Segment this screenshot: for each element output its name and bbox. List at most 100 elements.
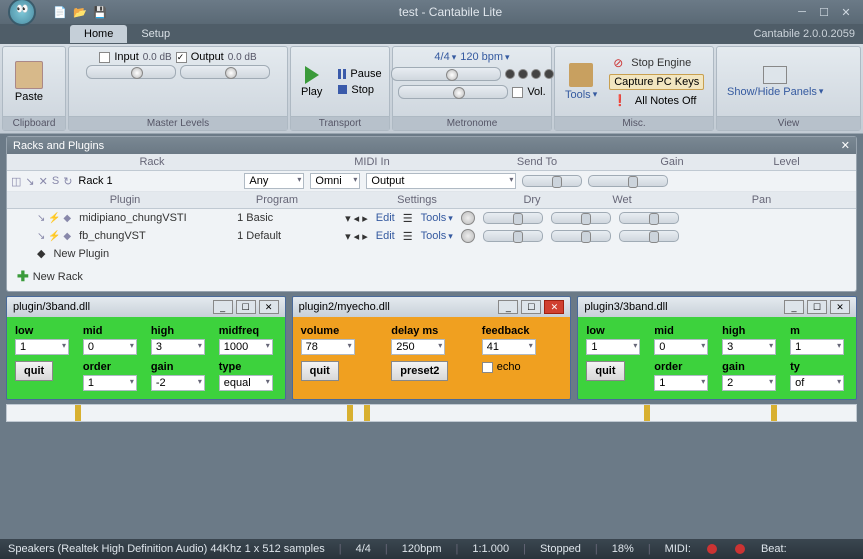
value-combo[interactable]: 1 (15, 339, 69, 355)
pwin-title[interactable]: plugin/3band.dll_☐✕ (7, 297, 285, 317)
output-check[interactable] (176, 52, 187, 63)
value-combo[interactable]: 1 (586, 339, 640, 355)
rack-row[interactable]: ◫↘✕S↻ Rack 1 Any Omni Output (7, 171, 856, 192)
value-combo[interactable]: 1 (654, 375, 708, 391)
metro-slider[interactable] (391, 67, 501, 81)
value-combo[interactable]: 1000 (219, 339, 273, 355)
tab-bar: Home Setup Cantabile 2.0.0.2059 (0, 24, 863, 44)
quit-button[interactable]: quit (301, 361, 339, 381)
minimize-icon[interactable]: ─ (793, 4, 811, 20)
plugin-window: plugin/3band.dll_☐✕low1mid0high3midfreq1… (6, 296, 286, 400)
plugin-row[interactable]: ↘ ⚡ ◆midipiano_chungVSTI1 Basic▾ ◂ ▸Edit… (7, 209, 856, 227)
value-combo[interactable]: equal (219, 375, 273, 391)
tempo-select[interactable]: 120 bpm (460, 51, 509, 63)
wet-slider[interactable] (551, 212, 611, 224)
pwin-title[interactable]: plugin2/myecho.dll_☐✕ (293, 297, 571, 317)
panel-close-icon[interactable]: ✕ (841, 139, 850, 152)
midi-ch-combo[interactable]: Omni (310, 173, 360, 189)
group-clipboard: Paste Clipboard (2, 46, 66, 131)
capture-keys-button[interactable]: Capture PC Keys (609, 74, 704, 90)
stop-button[interactable]: Stop (334, 83, 385, 97)
knob[interactable] (461, 229, 475, 243)
plugin-row[interactable]: ↘ ⚡ ◆fb_chungVST1 Default▾ ◂ ▸Edit☰Tools (7, 227, 856, 245)
midi-led (707, 544, 717, 554)
ribbon: Paste Clipboard Input0.0 dBOutput0.0 dB … (0, 44, 863, 134)
rack-columns: Rack MIDI In Send To Gain Level (7, 154, 856, 171)
input-slider[interactable] (86, 65, 176, 79)
field: gain2 (722, 361, 780, 391)
timesig-select[interactable]: 4/4 (434, 51, 456, 63)
sendto-combo[interactable]: Output (366, 173, 516, 189)
dry-slider[interactable] (483, 230, 543, 242)
save-icon[interactable]: 💾 (92, 4, 108, 20)
tab-home[interactable]: Home (70, 25, 127, 43)
preset2-button[interactable]: preset2 (391, 361, 448, 381)
tab-setup[interactable]: Setup (127, 25, 184, 43)
new-icon[interactable]: 📄 (52, 4, 68, 20)
pause-button[interactable]: Pause (334, 67, 385, 81)
racks-panel: Racks and Plugins✕ Rack MIDI In Send To … (6, 136, 857, 292)
dry-slider[interactable] (483, 212, 543, 224)
quit-button[interactable]: quit (586, 361, 624, 381)
timeline[interactable] (6, 404, 857, 422)
field: volume78 (301, 325, 382, 355)
minimize-icon[interactable]: _ (498, 300, 518, 314)
field: mid0 (83, 325, 141, 355)
value-combo[interactable]: 41 (482, 339, 536, 355)
quit-button[interactable]: quit (15, 361, 53, 381)
input-check[interactable] (99, 52, 110, 63)
value-combo[interactable]: 250 (391, 339, 445, 355)
maximize-icon[interactable]: ☐ (807, 300, 827, 314)
value-combo[interactable]: 78 (301, 339, 355, 355)
value-combo[interactable]: 1 (83, 375, 137, 391)
maximize-icon[interactable]: ☐ (815, 4, 833, 20)
pan-slider[interactable] (619, 212, 679, 224)
tools-link[interactable]: Tools (421, 212, 453, 224)
play-icon (305, 66, 319, 84)
open-icon[interactable]: 📂 (72, 4, 88, 20)
all-notes-off-button[interactable]: All Notes Off (609, 93, 704, 108)
close-icon[interactable]: ✕ (830, 300, 850, 314)
metro-vol-slider[interactable] (398, 85, 508, 99)
value-combo[interactable]: 2 (722, 375, 776, 391)
value-combo[interactable]: 3 (151, 339, 205, 355)
window-controls: ─ ☐ ✕ (793, 4, 855, 20)
value-combo[interactable]: 0 (654, 339, 708, 355)
tools-link[interactable]: Tools (421, 230, 453, 242)
output-slider[interactable] (180, 65, 270, 79)
value-combo[interactable]: 0 (83, 339, 137, 355)
rack-row-icons[interactable]: ◫↘✕S↻ (11, 175, 72, 188)
edit-link[interactable]: Edit (376, 230, 395, 242)
new-rack-button[interactable]: ✚New Rack (7, 262, 856, 291)
field: tyof (790, 361, 848, 391)
wet-slider[interactable] (551, 230, 611, 242)
minimize-icon[interactable]: _ (784, 300, 804, 314)
value-combo[interactable]: 3 (722, 339, 776, 355)
group-misc: Tools Stop Engine Capture PC Keys All No… (554, 46, 714, 131)
knob[interactable] (461, 211, 475, 225)
tools-button[interactable]: Tools (559, 61, 603, 103)
play-button[interactable]: Play (295, 64, 328, 100)
echo-check[interactable] (482, 362, 493, 373)
minimize-icon[interactable]: _ (213, 300, 233, 314)
pwin-title[interactable]: plugin3/3band.dll_☐✕ (578, 297, 856, 317)
value-combo[interactable]: -2 (151, 375, 205, 391)
gain-slider[interactable] (522, 175, 582, 187)
paste-button[interactable]: Paste (7, 61, 51, 103)
field: quit (586, 361, 644, 391)
field: low1 (15, 325, 73, 355)
new-plugin-row[interactable]: ◆New Plugin (7, 245, 856, 262)
close-icon[interactable]: ✕ (544, 300, 564, 314)
maximize-icon[interactable]: ☐ (521, 300, 541, 314)
close-icon[interactable]: ✕ (259, 300, 279, 314)
panels-button[interactable]: Show/Hide Panels (721, 64, 829, 100)
close-icon[interactable]: ✕ (837, 4, 855, 20)
stop-engine-button[interactable]: Stop Engine (609, 55, 704, 71)
pan-slider[interactable] (619, 230, 679, 242)
midi-in-combo[interactable]: Any (244, 173, 304, 189)
value-combo[interactable]: 1 (790, 339, 844, 355)
value-combo[interactable]: of (790, 375, 844, 391)
edit-link[interactable]: Edit (376, 212, 395, 224)
vol-check[interactable] (512, 87, 523, 98)
maximize-icon[interactable]: ☐ (236, 300, 256, 314)
